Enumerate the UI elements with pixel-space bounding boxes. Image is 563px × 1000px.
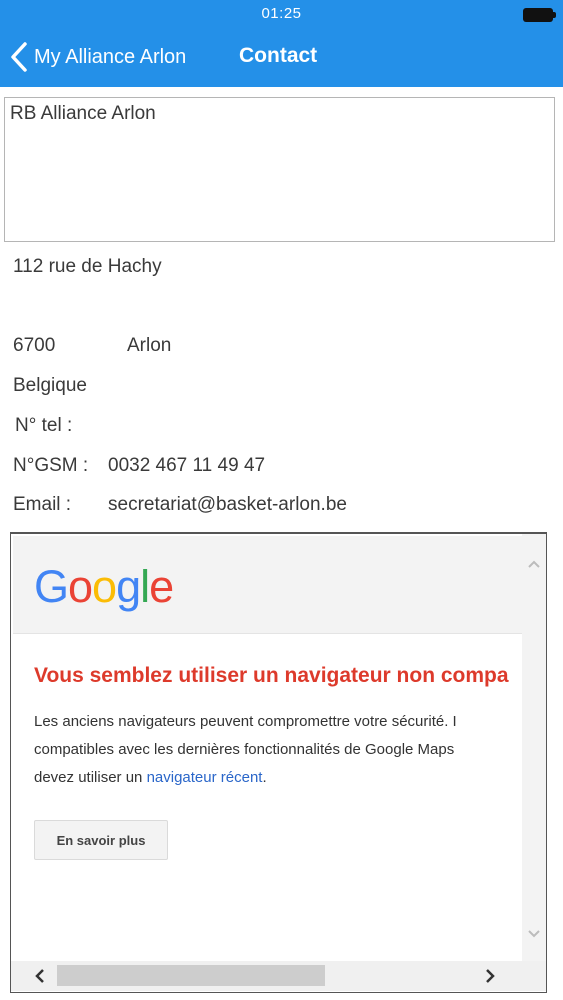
email-value[interactable]: secretariat@basket-arlon.be bbox=[108, 494, 347, 516]
tel-label: N° tel : bbox=[15, 415, 73, 436]
horizontal-scrollbar[interactable] bbox=[11, 961, 546, 991]
learn-more-button[interactable]: En savoir plus bbox=[34, 820, 168, 860]
chevron-left-icon bbox=[11, 42, 27, 72]
scroll-up-icon[interactable] bbox=[526, 556, 542, 572]
country: Belgique bbox=[13, 375, 87, 396]
horizontal-scroll-thumb[interactable] bbox=[57, 965, 325, 986]
google-header: Google bbox=[13, 536, 522, 634]
street-address: 112 rue de Hachy bbox=[13, 256, 162, 277]
map-embed-frame[interactable]: Google Vous semblez utiliser un navigate… bbox=[10, 532, 547, 993]
map-content: Google Vous semblez utiliser un navigate… bbox=[13, 536, 522, 960]
back-button[interactable]: My Alliance Arlon bbox=[10, 40, 186, 74]
page-title: Contact bbox=[239, 44, 318, 67]
back-button-label: My Alliance Arlon bbox=[34, 45, 187, 68]
scroll-left-icon[interactable] bbox=[31, 967, 49, 985]
battery-icon bbox=[523, 8, 556, 22]
club-name-field[interactable]: RB Alliance Arlon bbox=[4, 97, 555, 242]
status-time: 01:25 bbox=[261, 5, 302, 22]
navigation-bar: 01:25 My Alliance Arlon Contact bbox=[0, 0, 563, 87]
vertical-scrollbar[interactable] bbox=[522, 534, 546, 961]
postal-code: 6700 bbox=[13, 335, 56, 356]
gsm-value[interactable]: 0032 467 11 49 47 bbox=[108, 455, 265, 477]
email-label: Email : bbox=[13, 494, 72, 515]
gsm-label: N°GSM : bbox=[13, 455, 89, 476]
scroll-right-icon[interactable] bbox=[481, 967, 499, 985]
browser-warning-text: Les anciens navigateurs peuvent comprome… bbox=[34, 713, 457, 786]
scroll-down-icon[interactable] bbox=[526, 926, 542, 942]
google-logo: Google bbox=[34, 561, 174, 612]
recent-browser-link[interactable]: navigateur récent bbox=[147, 769, 263, 786]
browser-warning-title: Vous semblez utiliser un navigateur non … bbox=[34, 664, 509, 687]
city: Arlon bbox=[127, 335, 172, 356]
